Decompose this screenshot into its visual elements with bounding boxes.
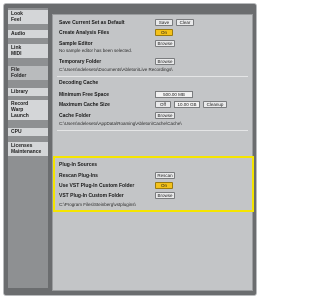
preferences-window: Look Feel Audio Link MIDI File Folder Li… [3,3,257,296]
temp-folder-path: C:\Users\ndeleseto\Documents\Ableton\Liv… [59,67,173,72]
rescan-plugins-label: Rescan Plug-Ins [59,173,98,179]
divider [57,130,248,131]
tab-label: Feel [11,17,22,23]
max-cache-size-label: Maximum Cache Size [59,102,110,108]
cleanup-button[interactable]: Cleanup [203,101,227,108]
tab-audio[interactable]: Audio [8,30,48,38]
preferences-sidebar: Look Feel Audio Link MIDI File Folder Li… [8,8,48,288]
min-free-space-field[interactable]: 500.00 MB [155,91,193,98]
save-button[interactable]: Save [155,19,173,26]
tab-licenses-maintenance[interactable]: Licenses Maintenance [8,142,48,156]
use-vst-folder-toggle[interactable]: On [155,182,173,189]
vst-folder-label: VST Plug-In Custom Folder [59,193,124,199]
tab-label: Library [11,89,28,95]
tab-record-warp-launch[interactable]: Record Warp Launch [8,100,48,120]
tab-label: Folder [11,73,27,79]
tab-cpu[interactable]: CPU [8,128,48,136]
max-cache-size-toggle[interactable]: Off [155,101,171,108]
vst-folder-browse-button[interactable]: Browse [155,192,175,199]
cache-folder-label: Cache Folder [59,113,91,119]
plugin-sources-title: Plug-In Sources [59,162,98,168]
clear-button[interactable]: Clear [176,19,194,26]
create-analysis-toggle[interactable]: On [155,29,173,36]
divider [57,76,248,77]
sample-editor-status: No sample editor has been selected. [59,48,133,53]
save-set-label: Save Current Set as Default [59,20,125,26]
decoding-cache-title: Decoding Cache [59,80,99,86]
tab-file-folder[interactable]: File Folder [8,66,48,80]
sample-editor-browse-button[interactable]: Browse [155,40,175,47]
cache-folder-browse-button[interactable]: Browse [155,112,175,119]
cache-folder-path: C:\Users\ndeleseto\AppData\Roaming\Ablet… [59,121,182,126]
tab-look-feel[interactable]: Look Feel [8,10,48,24]
file-folder-panel: Save Current Set as Default Save Clear C… [52,14,253,291]
tab-label: MIDI [11,51,22,57]
sample-editor-label: Sample Editor [59,41,93,47]
tab-label: Audio [11,31,26,37]
vst-folder-path: C:\Program Files\Steinberg\vstplugins\ [59,202,136,207]
tab-library[interactable]: Library [8,88,48,96]
temp-folder-label: Temporary Folder [59,59,102,65]
use-vst-folder-label: Use VST Plug-In Custom Folder [59,183,135,189]
rescan-button[interactable]: Rescan [155,172,175,179]
min-free-space-label: Minimum Free Space [59,92,110,98]
tab-link-midi[interactable]: Link MIDI [8,44,48,58]
tab-label: Launch [11,113,29,119]
create-analysis-label: Create Analysis Files [59,30,110,36]
tab-label: CPU [11,129,22,135]
temp-folder-browse-button[interactable]: Browse [155,58,175,65]
tab-label: Maintenance [11,149,42,155]
max-cache-size-field[interactable]: 10.00 GB [174,101,200,108]
